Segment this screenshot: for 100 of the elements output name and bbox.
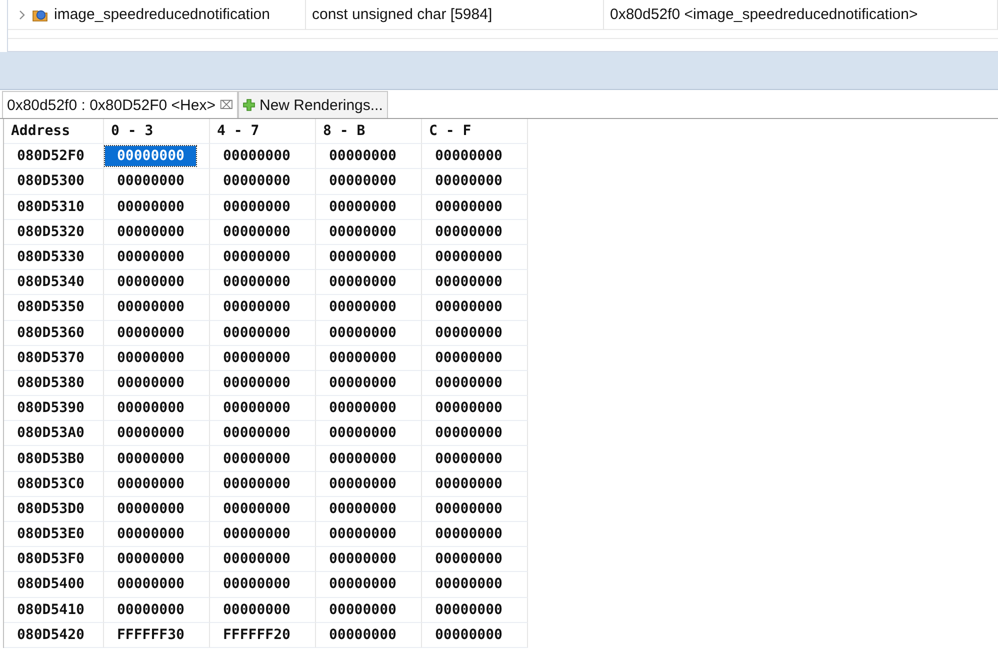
address-cell: 080D53C0: [17, 476, 84, 492]
memory-cell[interactable]: 00000000: [423, 574, 514, 594]
memory-cell[interactable]: 00000000: [423, 272, 514, 292]
memory-cell[interactable]: FFFFFF30: [105, 624, 196, 645]
memory-cell[interactable]: 00000000: [211, 372, 302, 393]
memory-cell[interactable]: 00000000: [423, 498, 514, 519]
memory-cell[interactable]: 00000000: [317, 524, 408, 544]
column-header: C - F: [422, 119, 528, 144]
expression-value: 0x80d52f0 <image_speedreducednotification>: [610, 6, 918, 23]
memory-cell[interactable]: 00000000: [105, 498, 196, 519]
address-cell: 080D5330: [17, 249, 84, 266]
memory-cell[interactable]: 00000000: [423, 297, 514, 318]
memory-cell[interactable]: 00000000: [317, 322, 408, 343]
memory-cell[interactable]: 00000000: [423, 222, 514, 242]
memory-cell[interactable]: 00000000: [211, 196, 302, 217]
memory-cell[interactable]: 00000000: [211, 297, 302, 318]
memory-cell[interactable]: 00000000: [317, 498, 408, 519]
memory-cell[interactable]: 00000000: [317, 398, 408, 418]
expand-chevron-icon[interactable]: [18, 10, 26, 20]
memory-cell[interactable]: 00000000: [211, 474, 302, 494]
memory-cell[interactable]: 00000000: [105, 549, 196, 570]
address-cell: 080D53E0: [17, 526, 84, 542]
memory-cell[interactable]: 00000000: [317, 196, 408, 217]
address-cell: 080D53F0: [17, 551, 84, 568]
memory-cell[interactable]: 00000000: [423, 372, 514, 393]
memory-cell[interactable]: 00000000: [211, 322, 302, 343]
memory-cell[interactable]: 00000000: [317, 297, 408, 318]
memory-cell[interactable]: 00000000: [317, 448, 408, 469]
memory-cell[interactable]: 00000000: [105, 222, 196, 242]
memory-cell[interactable]: 00000000: [211, 398, 302, 418]
memory-cell[interactable]: 00000000: [211, 222, 302, 242]
memory-cell[interactable]: 00000000: [105, 297, 196, 318]
memory-cell[interactable]: 00000000: [423, 348, 514, 368]
memory-cell[interactable]: 00000000: [423, 171, 514, 192]
memory-cell[interactable]: 00000000: [105, 322, 196, 343]
memory-cell[interactable]: 00000000: [211, 247, 302, 268]
memory-cell[interactable]: 00000000: [423, 423, 514, 444]
expression-name: image_speedreducednotification: [54, 6, 270, 23]
memory-cell[interactable]: 00000000: [211, 448, 302, 469]
memory-cell[interactable]: 00000000: [317, 272, 408, 292]
memory-cell[interactable]: 00000000: [105, 348, 196, 368]
memory-cell[interactable]: 00000000: [211, 171, 302, 192]
memory-cell[interactable]: 00000000: [105, 247, 196, 268]
memory-cell[interactable]: 00000000: [211, 146, 302, 166]
memory-cell[interactable]: 00000000: [423, 624, 514, 645]
column-header: 4 - 7: [210, 119, 316, 144]
memory-cell[interactable]: 00000000: [317, 423, 408, 444]
memory-cell[interactable]: 00000000: [211, 524, 302, 544]
memory-cell[interactable]: 00000000: [317, 600, 408, 620]
memory-cell[interactable]: 00000000: [317, 372, 408, 393]
memory-cell[interactable]: 00000000: [317, 574, 408, 594]
memory-cell[interactable]: 00000000: [105, 574, 196, 594]
memory-cell[interactable]: 00000000: [423, 247, 514, 268]
column-header: Address: [4, 119, 104, 144]
address-cell: 080D5370: [17, 350, 84, 366]
memory-cell[interactable]: 00000000: [105, 372, 196, 393]
memory-cell[interactable]: 00000000: [211, 574, 302, 594]
memory-cell[interactable]: 00000000: [317, 474, 408, 494]
memory-cell[interactable]: 00000000: [105, 600, 196, 620]
memory-cell[interactable]: 00000000: [317, 348, 408, 368]
column-header: 0 - 3: [104, 119, 210, 144]
memory-cell[interactable]: 00000000: [423, 474, 514, 494]
memory-cell[interactable]: 00000000: [211, 348, 302, 368]
memory-cell[interactable]: 00000000: [423, 524, 514, 544]
memory-cell[interactable]: 00000000: [105, 448, 196, 469]
memory-cell[interactable]: 00000000: [423, 549, 514, 570]
memory-cell[interactable]: 00000000: [423, 600, 514, 620]
memory-cell[interactable]: 00000000: [423, 448, 514, 469]
memory-cell[interactable]: 00000000: [423, 196, 514, 217]
memory-cell[interactable]: 00000000: [105, 146, 196, 166]
memory-cell[interactable]: 00000000: [105, 524, 196, 544]
memory-cell[interactable]: 00000000: [211, 272, 302, 292]
tab[interactable]: 0x80d52f0 : 0x80D52F0 <Hex> ⌧: [2, 91, 238, 118]
memory-cell[interactable]: 00000000: [105, 398, 196, 418]
memory-cell[interactable]: FFFFFF20: [211, 624, 302, 645]
memory-cell[interactable]: 00000000: [105, 474, 196, 494]
memory-cell[interactable]: 00000000: [105, 423, 196, 444]
memory-cell[interactable]: 00000000: [211, 498, 302, 519]
memory-cell[interactable]: 00000000: [211, 423, 302, 444]
memory-cell[interactable]: 00000000: [317, 247, 408, 268]
memory-cell[interactable]: 00000000: [211, 549, 302, 570]
memory-cell[interactable]: 00000000: [105, 171, 196, 192]
memory-cell[interactable]: 00000000: [317, 624, 408, 645]
address-cell: 080D5390: [17, 400, 84, 416]
close-button[interactable]: ⌧: [219, 98, 234, 112]
memory-cell[interactable]: 00000000: [317, 171, 408, 192]
memory-cell[interactable]: 00000000: [423, 398, 514, 418]
address-cell: 080D5410: [17, 602, 84, 618]
tab[interactable]: New Renderings...: [238, 91, 388, 118]
memory-cell[interactable]: 00000000: [211, 600, 302, 620]
address-cell: 080D5350: [17, 299, 84, 316]
memory-cell[interactable]: 00000000: [317, 549, 408, 570]
memory-cell[interactable]: 00000000: [105, 272, 196, 292]
memory-cell[interactable]: 00000000: [317, 222, 408, 242]
address-cell: 080D5340: [17, 274, 84, 290]
address-cell: 080D5380: [17, 374, 84, 391]
memory-cell[interactable]: 00000000: [317, 146, 408, 166]
memory-cell[interactable]: 00000000: [105, 196, 196, 217]
memory-cell[interactable]: 00000000: [423, 322, 514, 343]
memory-cell[interactable]: 00000000: [423, 146, 514, 166]
